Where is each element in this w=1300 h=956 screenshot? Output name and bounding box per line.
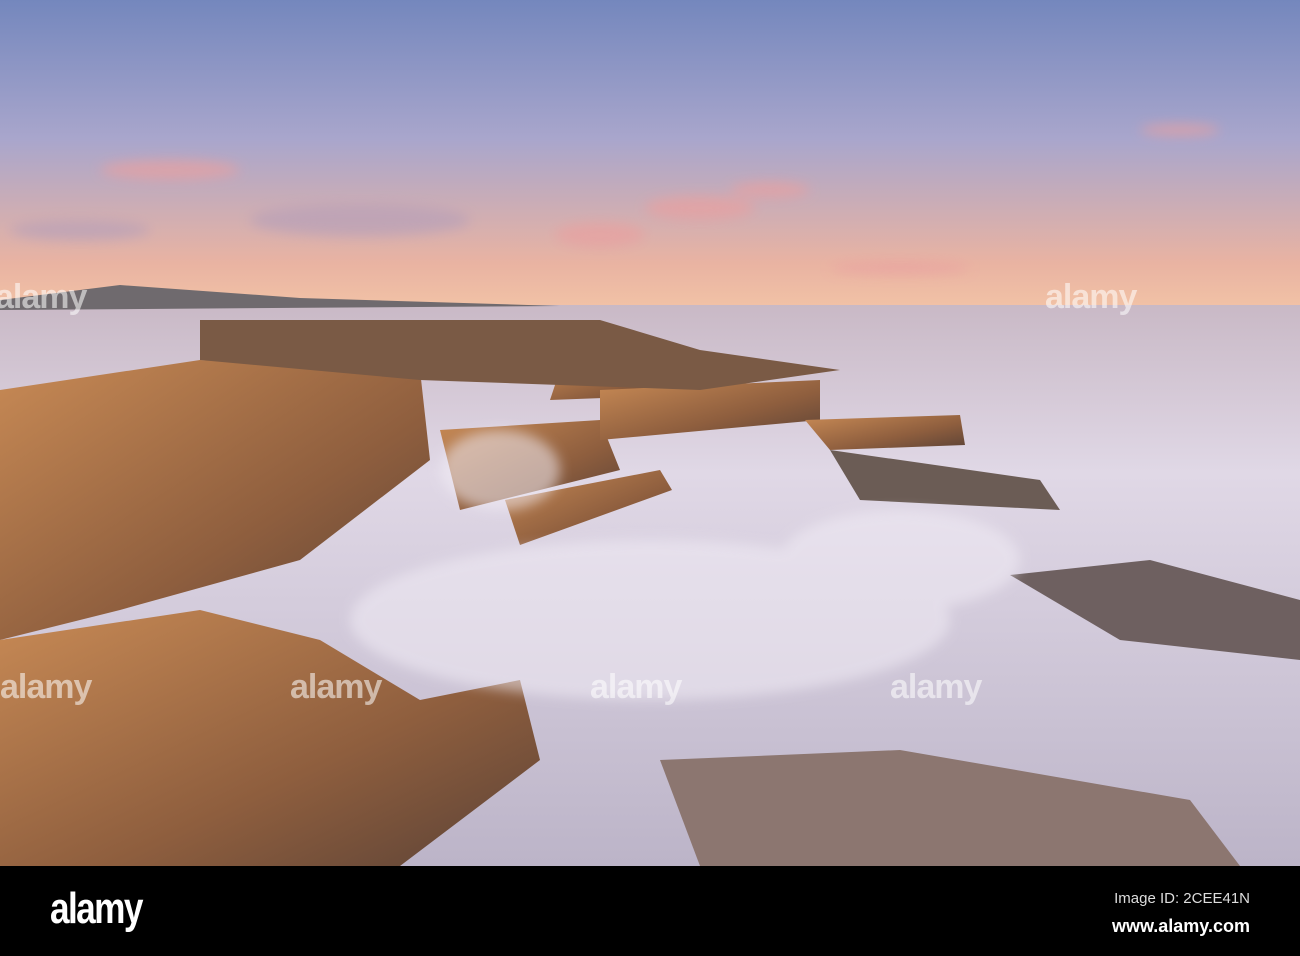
site-url: www.alamy.com — [1111, 916, 1250, 936]
watermark-text: alamy — [290, 668, 382, 706]
watermark-text: alamy — [1045, 278, 1137, 316]
alamy-logo: alamy — [50, 884, 143, 933]
stock-photo: alamy alamy alamy alamy alamy alamy alam… — [0, 0, 1300, 956]
image-id: Image ID: 2CEE41N — [1114, 890, 1250, 907]
watermark-text: alamy — [0, 668, 92, 706]
watermark-text: alamy — [0, 278, 87, 316]
seascape-photo — [0, 0, 1300, 866]
watermark-text: alamy — [890, 668, 982, 706]
watermark-text: alamy — [590, 668, 682, 706]
sky — [0, 0, 1300, 310]
watermark-footer: alamy Image ID: 2CEE41N www.alamy.com — [0, 866, 1300, 956]
